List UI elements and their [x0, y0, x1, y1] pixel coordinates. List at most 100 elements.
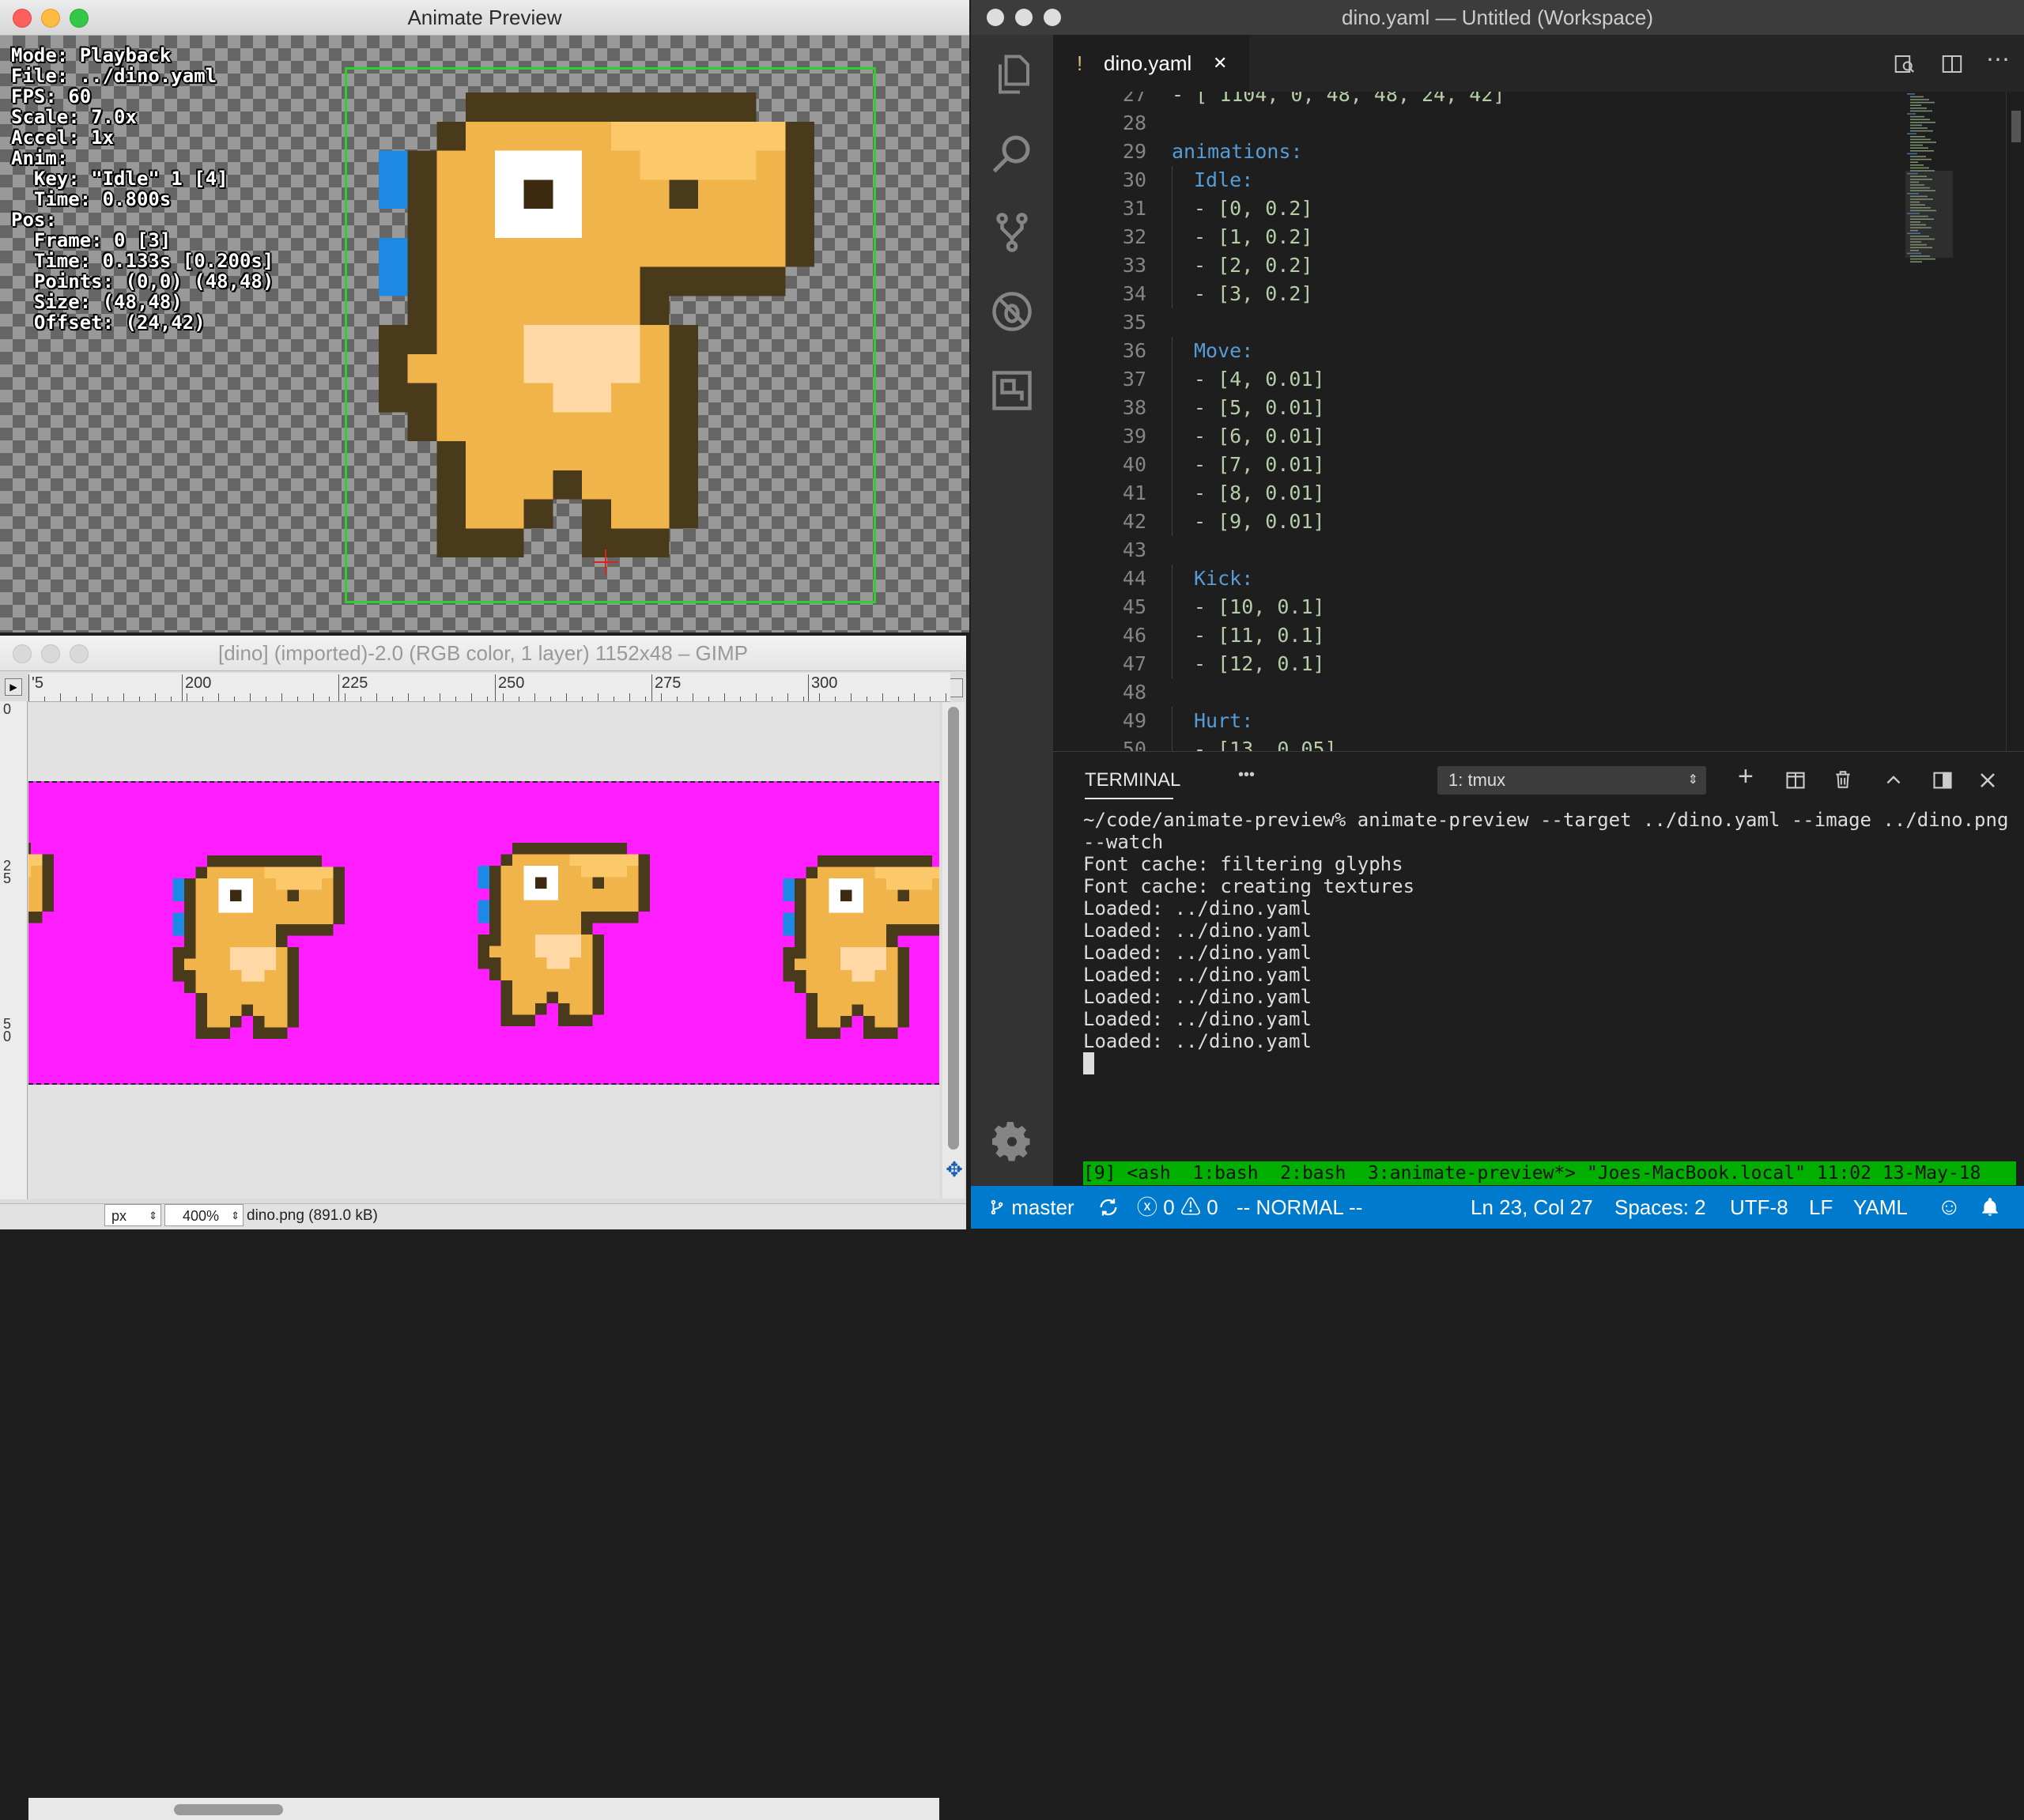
minimap[interactable] [1905, 92, 1953, 297]
minimap-line [1910, 101, 1935, 104]
branch-indicator[interactable]: master [988, 1186, 1074, 1229]
preview-canvas[interactable]: Mode: Playback File: ../dino.yaml FPS: 6… [0, 36, 969, 632]
source-control-icon[interactable] [988, 209, 1036, 256]
image-canvas[interactable] [28, 702, 939, 1199]
zoom-input[interactable]: 400% ⇕ [164, 1204, 244, 1226]
tab-terminal[interactable]: TERMINAL [1085, 769, 1180, 791]
split-terminal-icon[interactable] [1784, 769, 1807, 791]
search-icon[interactable] [988, 130, 1036, 177]
vertical-scrollbar[interactable] [942, 702, 965, 1199]
minimap-viewport[interactable] [1905, 171, 1953, 258]
maximize-panel-icon[interactable] [1882, 769, 1905, 790]
code-line[interactable]: 40 - [7, 0.01] [1053, 451, 1923, 479]
ruler-label: 300 [811, 674, 838, 692]
horizontal-scrollbar-track[interactable] [28, 1798, 939, 1820]
minimap-line [1910, 99, 1929, 100]
code-line[interactable]: 36 Move: [1053, 337, 1923, 365]
code-line[interactable]: 35 [1053, 308, 1923, 337]
animate-preview-titlebar[interactable]: Animate Preview [0, 0, 969, 36]
minimap-line [1910, 158, 1931, 160]
code-line[interactable]: 34 - [3, 0.2] [1053, 280, 1923, 308]
code-line[interactable]: 33 - [2, 0.2] [1053, 251, 1923, 280]
minimize-window-button[interactable] [1015, 9, 1033, 26]
code-line[interactable]: 37 - [4, 0.01] [1053, 365, 1923, 394]
vertical-ruler[interactable]: 0 2 5 5 0 [0, 701, 28, 1199]
debug-icon[interactable] [988, 288, 1036, 335]
line-number: 44 [1122, 567, 1146, 590]
scrollbar-thumb[interactable] [2011, 111, 2021, 142]
code-line[interactable]: 39 - [6, 0.01] [1053, 422, 1923, 451]
terminal-line: Loaded: ../dino.yaml [1083, 1030, 1312, 1052]
code-line[interactable]: 31 - [0, 0.2] [1053, 194, 1923, 223]
notifications-bell-icon[interactable] [1980, 1197, 2000, 1218]
code-line[interactable]: 29 animations: [1053, 138, 1923, 166]
split-editor-icon[interactable] [1940, 52, 1964, 76]
cursor-position[interactable]: Ln 23, Col 27 [1471, 1186, 1593, 1229]
error-icon: ⓧ [1137, 1195, 1158, 1219]
code-line[interactable]: 43 [1053, 536, 1923, 565]
editor-vertical-scrollbar[interactable] [2006, 92, 2024, 751]
code-line[interactable]: 27 - [ 1104, 0, 48, 48, 24, 42] [1053, 92, 1923, 109]
open-preview-icon[interactable] [1893, 52, 1916, 76]
line-number: 33 [1122, 254, 1146, 277]
sprite-sheet-image[interactable] [28, 781, 939, 1085]
terminal-output[interactable]: ~/code/animate-preview% animate-preview … [1083, 809, 2008, 1052]
close-panel-icon[interactable] [1978, 771, 1997, 790]
code-line[interactable]: 49 Hurt: [1053, 707, 1923, 735]
code-line[interactable]: 42 - [9, 0.01] [1053, 508, 1923, 536]
close-window-button[interactable] [13, 9, 32, 28]
zoom-window-button[interactable] [70, 644, 89, 663]
warning-count: 0 [1206, 1195, 1218, 1219]
toggle-panel-position-icon[interactable] [1931, 769, 1954, 791]
language-mode[interactable]: YAML [1853, 1186, 1908, 1229]
sync-icon[interactable] [1097, 1196, 1120, 1218]
more-actions-icon[interactable]: ⋯ [1986, 46, 2010, 74]
ruler-label: '5 [32, 674, 43, 692]
ruler-minor-tick [756, 693, 757, 701]
bottom-panel: TERMINAL ••• 1: tmux ⇕ + ~/code/animate-… [1053, 751, 2024, 1187]
code-line[interactable]: 30 Idle: [1053, 166, 1923, 194]
ruler-minor-tick [930, 697, 931, 701]
terminal-select[interactable]: 1: tmux ⇕ [1437, 766, 1706, 795]
zoom-window-button[interactable] [1044, 9, 1061, 26]
code-line[interactable]: 50 - [13, 0.05] [1053, 735, 1923, 751]
vscode-titlebar[interactable]: dino.yaml — Untitled (Workspace) [971, 0, 2024, 35]
minimize-window-button[interactable] [41, 9, 60, 28]
indentation[interactable]: Spaces: 2 [1614, 1186, 1706, 1229]
code-line[interactable]: 44 Kick: [1053, 565, 1923, 593]
explorer-icon[interactable] [988, 51, 1036, 98]
zoom-window-button[interactable] [70, 9, 89, 28]
tab-dino-yaml[interactable]: ! dino.yaml ✕ [1053, 35, 1249, 92]
close-window-button[interactable] [13, 644, 32, 663]
code-line[interactable]: 41 - [8, 0.01] [1053, 479, 1923, 508]
close-window-button[interactable] [987, 9, 1004, 26]
code-line[interactable]: 46 - [11, 0.1] [1053, 621, 1923, 650]
minimize-window-button[interactable] [41, 644, 60, 663]
kill-terminal-icon[interactable] [1833, 768, 1853, 791]
new-terminal-icon[interactable]: + [1738, 761, 1754, 792]
gimp-titlebar[interactable]: [dino] (imported)-2.0 (RGB color, 1 laye… [0, 636, 966, 671]
ruler-corner-menu-icon[interactable]: ▶ [5, 678, 22, 696]
code-line[interactable]: 45 - [10, 0.1] [1053, 593, 1923, 621]
navigate-icon[interactable]: ✥ [944, 1159, 965, 1180]
code-line[interactable]: 48 [1053, 678, 1923, 707]
settings-gear-icon[interactable] [988, 1118, 1036, 1165]
end-of-line[interactable]: LF [1809, 1186, 1833, 1229]
scrollbar-thumb[interactable] [174, 1804, 283, 1815]
code-line[interactable]: 47 - [12, 0.1] [1053, 650, 1923, 678]
extensions-icon[interactable] [988, 367, 1036, 414]
close-tab-icon[interactable]: ✕ [1213, 35, 1227, 92]
code-line[interactable]: 32 - [1, 0.2] [1053, 223, 1923, 251]
code-editor[interactable]: 27 - [ 1104, 0, 48, 48, 24, 42] 28 29 animat… [1053, 92, 2024, 751]
ruler-minor-tick [851, 693, 852, 701]
horizontal-ruler[interactable]: '5 200 225 250 275 300 [28, 673, 950, 702]
problems-indicator[interactable]: ⓧ 0 ⚠ 0 [1137, 1186, 1218, 1229]
code-line[interactable]: 38 - [5, 0.01] [1053, 394, 1923, 422]
unit-select[interactable]: px ⇕ [104, 1204, 161, 1226]
more-views-icon[interactable]: ••• [1238, 766, 1255, 784]
feedback-smiley-icon[interactable]: ☺ [1937, 1186, 1962, 1229]
code-line[interactable]: 28 [1053, 109, 1923, 138]
window-title: [dino] (imported)-2.0 (RGB color, 1 laye… [217, 641, 749, 665]
scrollbar-thumb[interactable] [948, 707, 959, 1150]
encoding[interactable]: UTF-8 [1730, 1186, 1788, 1229]
